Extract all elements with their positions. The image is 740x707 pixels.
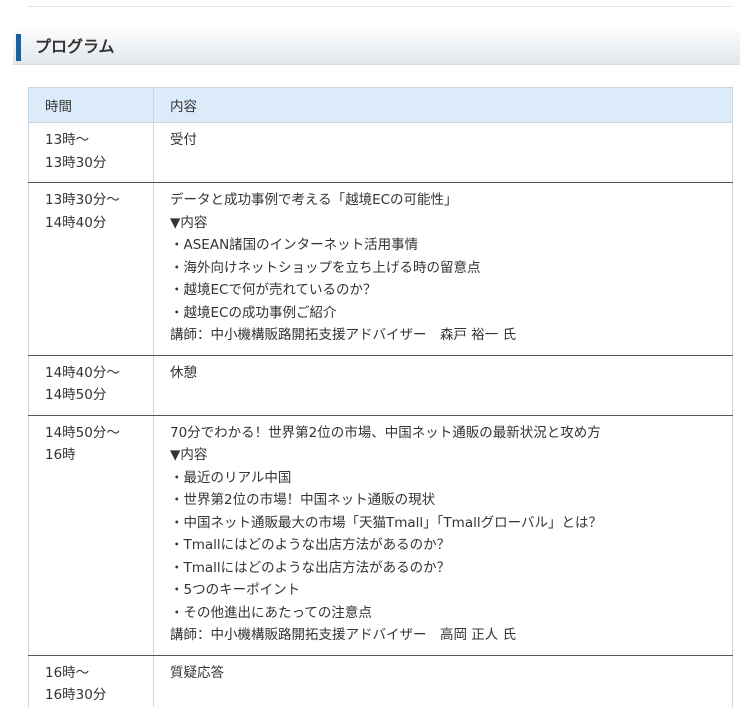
time-start: 14時40分～	[45, 364, 120, 381]
header-time: 時間	[28, 87, 154, 123]
header-content: 内容	[153, 87, 733, 123]
content-item: ・ASEAN諸国のインターネット活用事情	[170, 237, 419, 253]
page: プログラム 時間 内容 13時～ 13時30分 受付 13時30分～ 14時40…	[0, 0, 740, 707]
content-item: ・その他進出にあたっての注意点	[170, 604, 372, 621]
time-start: 14時50分～	[45, 424, 120, 441]
table-row: 16時～ 16時30分 質疑応答	[28, 655, 733, 707]
session-title: 受付	[170, 132, 197, 148]
content-cell: 70分でわかる！世界第2位の市場、中国ネット通販の最新状況と攻め方 ▼内容 ・最…	[153, 415, 733, 656]
time-end: 14時40分	[45, 214, 107, 231]
content-item: ・越境ECの成功事例ご紹介	[170, 304, 337, 321]
top-divider	[28, 6, 732, 7]
speaker-line: 講師：中小機構販路開拓支援アドバイザー 森戸 裕一 氏	[170, 327, 517, 343]
time-end: 13時30分	[45, 154, 107, 171]
time-cell: 14時50分～ 16時	[28, 415, 154, 656]
time-start: 16時～	[45, 664, 90, 681]
speaker-line: 講師：中小機構販路開拓支援アドバイザー 高岡 正人 氏	[170, 627, 517, 643]
session-title: 70分でわかる！世界第2位の市場、中国ネット通販の最新状況と攻め方	[170, 424, 601, 441]
time-cell: 16時～ 16時30分	[28, 655, 154, 707]
session-title: 休憩	[170, 364, 197, 381]
section-header: プログラム	[13, 29, 740, 65]
time-cell: 13時～ 13時30分	[28, 122, 154, 183]
content-heading: ▼内容	[170, 447, 208, 463]
content-cell: データと成功事例で考える「越境ECの可能性」 ▼内容 ・ASEAN諸国のインター…	[153, 182, 733, 356]
content-item: ・Tmallにはどのような出店方法があるのか？	[170, 559, 451, 576]
content-item: ・最近のリアル中国	[170, 469, 292, 486]
section-title: プログラム	[35, 37, 115, 56]
time-end: 16時	[45, 447, 76, 463]
time-end: 14時50分	[45, 387, 107, 403]
session-title: 質疑応答	[170, 664, 224, 681]
session-title: データと成功事例で考える「越境ECの可能性」	[170, 192, 458, 208]
content-item: ・海外向けネットショップを立ち上げる時の留意点	[170, 259, 481, 276]
content-heading: ▼内容	[170, 214, 208, 231]
table-row: 14時50分～ 16時 70分でわかる！世界第2位の市場、中国ネット通販の最新状…	[28, 415, 733, 656]
table-header-row: 時間 内容	[28, 87, 733, 123]
time-end: 16時30分	[45, 687, 107, 703]
program-table: 時間 内容 13時～ 13時30分 受付 13時30分～ 14時40分 データと…	[28, 87, 733, 707]
content-item: ・Tmallにはどのような出店方法があるのか？	[170, 537, 451, 553]
time-start: 13時30分～	[45, 192, 120, 208]
table-row: 13時30分～ 14時40分 データと成功事例で考える「越境ECの可能性」 ▼内…	[28, 182, 733, 356]
content-item: ・世界第2位の市場！中国ネット通販の現状	[170, 492, 436, 508]
content-item: ・5つのキーポイント	[170, 582, 301, 598]
section-header-accent-bar	[16, 34, 21, 61]
content-cell: 受付	[153, 122, 733, 183]
time-start: 13時～	[45, 132, 90, 148]
content-cell: 質疑応答	[153, 655, 733, 707]
time-cell: 14時40分～ 14時50分	[28, 355, 154, 416]
content-cell: 休憩	[153, 355, 733, 416]
content-item: ・中国ネット通販最大の市場「天猫Tmall」「Tmallグローバル」とは？	[170, 514, 602, 531]
table-row: 13時～ 13時30分 受付	[28, 122, 733, 183]
time-cell: 13時30分～ 14時40分	[28, 182, 154, 356]
table-row: 14時40分～ 14時50分 休憩	[28, 355, 733, 416]
content-item: ・越境ECで何が売れているのか？	[170, 282, 377, 298]
